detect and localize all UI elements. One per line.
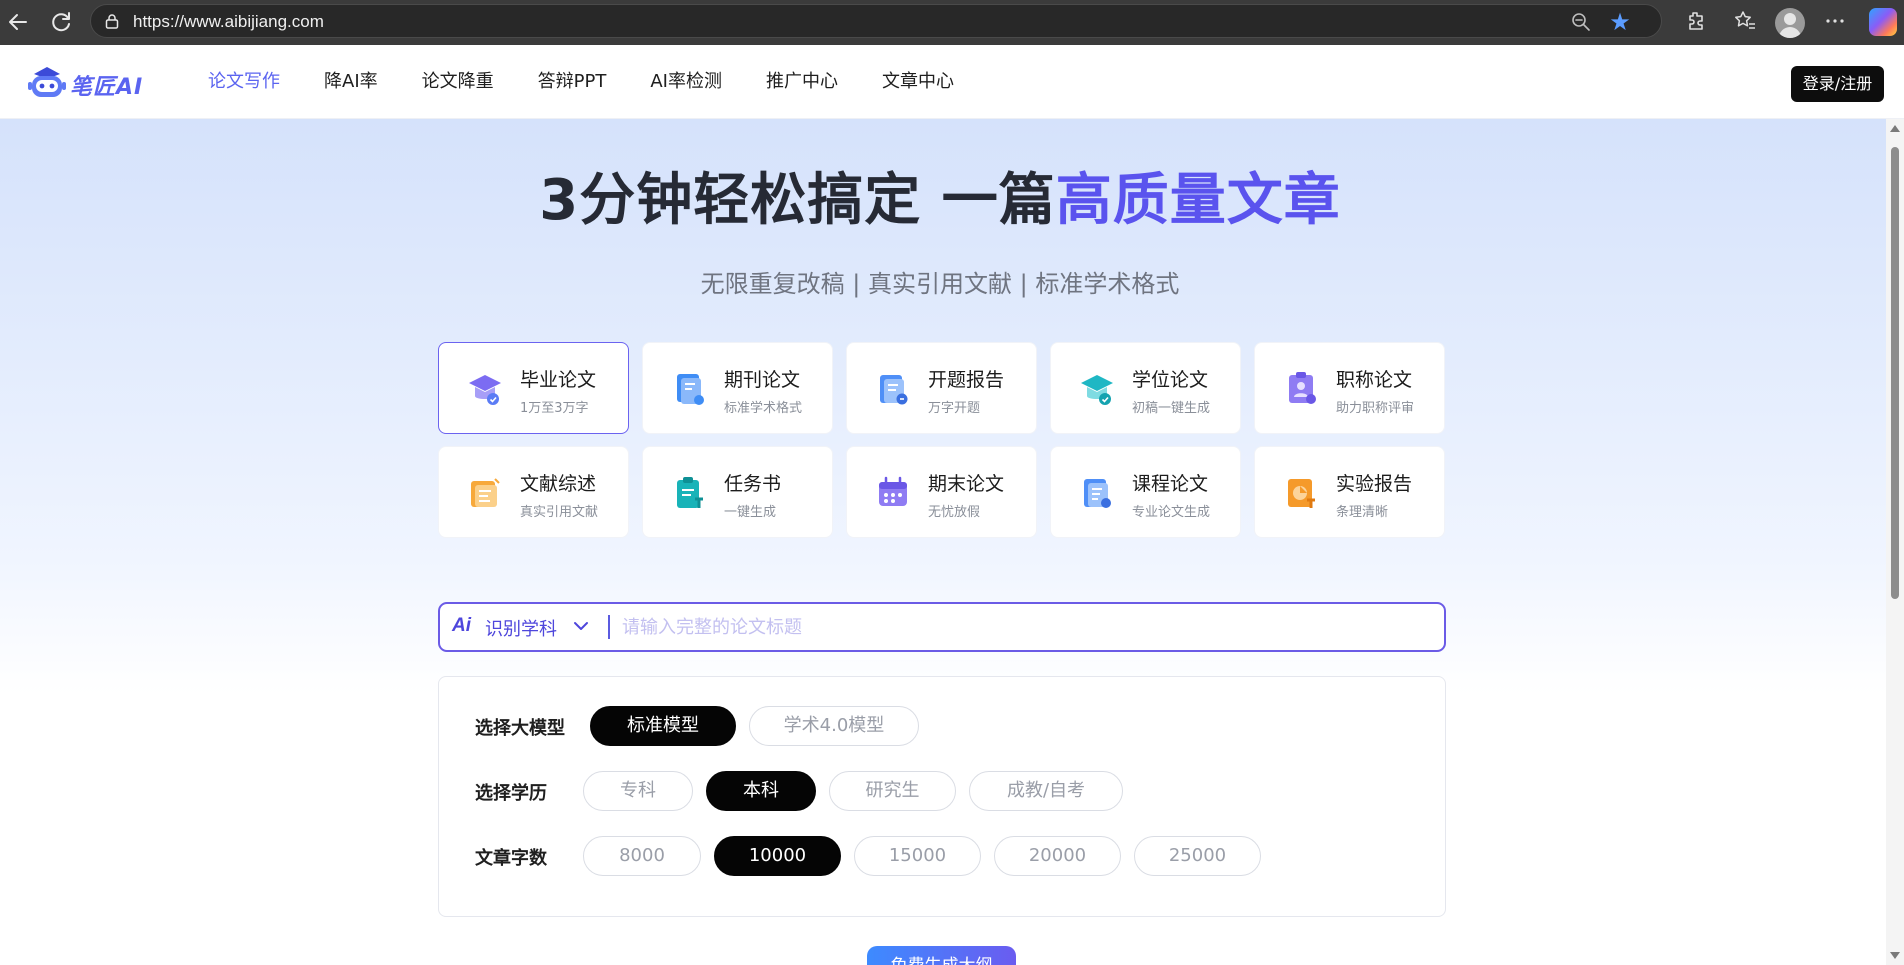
card-desc: 1万至3万字 — [520, 401, 589, 416]
card-title: 学位论文 — [1132, 369, 1209, 391]
education-pill-adult-education[interactable]: 成教/自考 — [969, 771, 1123, 811]
word-count-pill-20000[interactable]: 20000 — [994, 836, 1121, 876]
hero-subtitle: 无限重复改稿 | 真实引用文献 | 标准学术格式 — [700, 270, 1180, 298]
scroll-down-arrow-icon[interactable] — [1890, 952, 1900, 959]
card-desc: 条理清晰 — [1336, 505, 1389, 520]
nav-item-reduce-ai-rate[interactable]: 降AI率 — [324, 45, 378, 119]
card-title: 职称论文 — [1336, 369, 1413, 391]
model-pill-academic[interactable]: 学术4.0模型 — [749, 706, 919, 746]
card-opening-report[interactable]: 开题报告 万字开题 — [846, 342, 1037, 434]
card-title: 期末论文 — [928, 473, 1005, 495]
back-arrow-icon[interactable] — [4, 8, 32, 36]
card-degree-thesis[interactable]: 学位论文 初稿一键生成 — [1050, 342, 1241, 434]
card-course-paper[interactable]: 课程论文 专业论文生成 — [1050, 446, 1241, 538]
card-title: 任务书 — [724, 473, 782, 495]
login-register-button[interactable]: 登录/注册 — [1791, 66, 1884, 102]
site-logo[interactable]: 笔匠AI — [28, 63, 148, 103]
lab-report-icon — [1288, 479, 1315, 508]
title-badge-icon — [1289, 372, 1316, 404]
chevron-down-icon[interactable] — [571, 616, 591, 636]
card-desc: 一键生成 — [724, 505, 777, 520]
search-divider — [608, 615, 610, 639]
scrollbar-thumb[interactable] — [1891, 147, 1899, 599]
url-text[interactable]: https://www.aibijiang.com — [133, 12, 324, 32]
card-title: 期刊论文 — [724, 369, 801, 391]
robot-logo-icon — [28, 67, 66, 97]
card-desc: 初稿一键生成 — [1132, 401, 1211, 416]
nav-item-promotion-center[interactable]: 推广中心 — [766, 45, 838, 119]
card-desc: 无忧放假 — [928, 505, 981, 520]
task-clipboard-icon — [677, 477, 703, 508]
word-count-pill-10000[interactable]: 10000 — [714, 836, 841, 876]
card-desc: 万字开题 — [928, 401, 981, 416]
reload-icon[interactable] — [47, 8, 75, 36]
lock-icon[interactable] — [105, 13, 119, 29]
card-title-paper[interactable]: 职称论文 助力职称评审 — [1254, 342, 1445, 434]
card-title: 课程论文 — [1132, 473, 1209, 495]
scroll-up-arrow-icon[interactable] — [1890, 125, 1900, 132]
ai-spark-icon: Ai — [452, 615, 471, 636]
hero-title-accent: 高质量文章 — [1055, 168, 1341, 233]
extensions-icon[interactable] — [1683, 9, 1709, 35]
subject-selector[interactable]: 识别学科 — [485, 615, 557, 641]
thesis-title-search: Ai 识别学科 — [438, 602, 1446, 652]
site-header: 笔匠AI 论文写作 降AI率 论文降重 答辩PPT AI率检测 推广中心 文章中… — [0, 45, 1904, 119]
model-pill-standard[interactable]: 标准模型 — [590, 706, 736, 746]
nav-item-reduce-duplication[interactable]: 论文降重 — [422, 45, 494, 119]
more-menu-icon[interactable] — [1822, 9, 1848, 35]
word-count-option-label: 文章字数 — [475, 848, 547, 869]
paper-type-grid: 毕业论文 1万至3万字 期刊论文 标准学术格式 开题报告 万字开题 学位论文 初… — [438, 342, 1446, 538]
card-final-paper[interactable]: 期末论文 无忧放假 — [846, 446, 1037, 538]
main-nav: 论文写作 降AI率 论文降重 答辩PPT AI率检测 推广中心 文章中心 — [208, 45, 998, 119]
favorite-star-icon[interactable]: ★ — [1607, 9, 1633, 35]
profile-avatar-icon[interactable] — [1775, 8, 1805, 38]
generate-outline-button[interactable]: 免费生成大纲 — [867, 946, 1016, 965]
word-count-pill-25000[interactable]: 25000 — [1134, 836, 1261, 876]
browser-toolbar: https://www.aibijiang.com ★ — [0, 0, 1904, 45]
card-lab-report[interactable]: 实验报告 条理清晰 — [1254, 446, 1445, 538]
education-pill-graduate[interactable]: 研究生 — [829, 771, 956, 811]
nav-item-ai-detection[interactable]: AI率检测 — [650, 45, 722, 119]
copilot-icon[interactable] — [1869, 8, 1897, 36]
card-desc: 助力职称评审 — [1336, 401, 1415, 416]
nav-item-defense-ppt[interactable]: 答辩PPT — [538, 45, 607, 119]
favorites-list-icon[interactable] — [1732, 9, 1758, 35]
card-desc: 专业论文生成 — [1132, 505, 1211, 520]
education-pill-bachelor[interactable]: 本科 — [706, 771, 816, 811]
logo-text: 笔匠AI — [70, 75, 144, 100]
journal-book-icon — [677, 374, 704, 405]
proposal-doc-icon — [880, 375, 908, 405]
zoom-out-icon[interactable] — [1571, 12, 1591, 32]
hero-title: 3分钟轻松搞定 一篇高质量文章 — [0, 155, 1880, 236]
nav-item-thesis-writing[interactable]: 论文写作 — [208, 45, 280, 119]
page-scrollbar[interactable] — [1886, 119, 1904, 965]
card-journal-paper[interactable]: 期刊论文 标准学术格式 — [642, 342, 833, 434]
card-desc: 标准学术格式 — [724, 401, 803, 416]
card-task-book[interactable]: 任务书 一键生成 — [642, 446, 833, 538]
card-title: 实验报告 — [1336, 473, 1413, 495]
model-option-label: 选择大模型 — [475, 718, 565, 739]
hero-title-main: 3分钟轻松搞定 一篇 — [539, 168, 1056, 233]
thesis-title-input[interactable] — [622, 612, 1422, 642]
degree-cap-icon — [1081, 375, 1113, 405]
nav-item-article-center[interactable]: 文章中心 — [882, 45, 954, 119]
word-count-pill-8000[interactable]: 8000 — [583, 836, 701, 876]
main-content: 3分钟轻松搞定 一篇高质量文章 无限重复改稿 | 真实引用文献 | 标准学术格式… — [0, 119, 1886, 965]
literature-doc-icon — [471, 478, 500, 507]
calendar-icon — [879, 476, 907, 506]
card-title: 文献综述 — [520, 473, 597, 495]
card-graduation-thesis[interactable]: 毕业论文 1万至3万字 — [438, 342, 629, 434]
card-title: 毕业论文 — [520, 369, 597, 391]
card-title: 开题报告 — [928, 369, 1005, 391]
graduation-cap-icon — [469, 375, 501, 405]
address-bar[interactable]: https://www.aibijiang.com ★ — [90, 4, 1662, 38]
generation-options-panel: 选择大模型 标准模型 学术4.0模型 选择学历 专科 本科 研究生 成教/自考 … — [438, 676, 1446, 917]
word-count-pill-15000[interactable]: 15000 — [854, 836, 981, 876]
card-desc: 真实引用文献 — [520, 505, 599, 520]
education-option-label: 选择学历 — [475, 783, 547, 804]
course-doc-icon — [1084, 479, 1111, 508]
card-literature-review[interactable]: 文献综述 真实引用文献 — [438, 446, 629, 538]
education-pill-junior-college[interactable]: 专科 — [583, 771, 693, 811]
